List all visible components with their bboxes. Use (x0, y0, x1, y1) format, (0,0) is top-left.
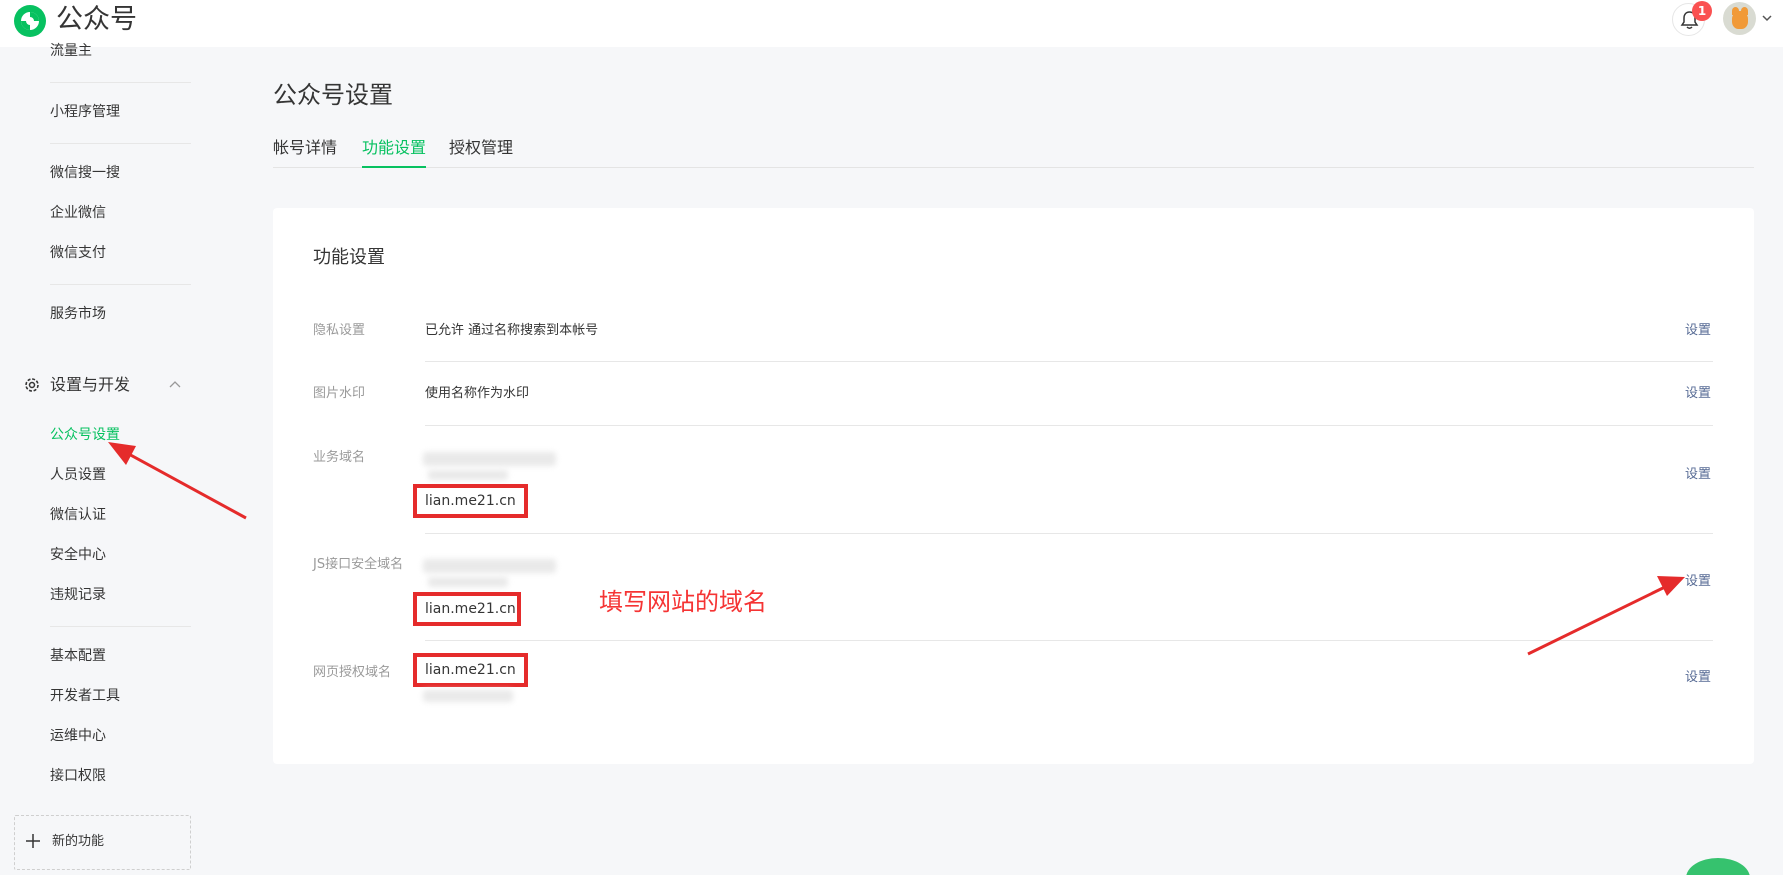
wechat-official-logo-icon (14, 5, 46, 37)
row-label-privacy: 隐私设置 (313, 323, 366, 338)
business-domain-value: lian.me21.cn (425, 493, 516, 509)
sidebar-divider (50, 626, 191, 627)
sidebar-item-personnel[interactable]: 人员设置 (50, 465, 106, 485)
plus-icon (26, 834, 40, 848)
sidebar-item-wecom[interactable]: 企业微信 (50, 203, 106, 223)
sidebar-item-verification[interactable]: 微信认证 (50, 505, 106, 525)
blurred-domain (428, 470, 508, 480)
business-domain-settings-link[interactable]: 设置 (1685, 465, 1711, 485)
row-divider (425, 361, 1713, 362)
gear-icon (25, 378, 39, 392)
sidebar-item-wechat-search[interactable]: 微信搜一搜 (50, 163, 120, 183)
blurred-domain (428, 577, 508, 587)
row-label-oauth-domain: 网页授权域名 (313, 665, 392, 680)
page-title: 公众号设置 (273, 81, 393, 109)
sidebar-item-ops-center[interactable]: 运维中心 (50, 726, 106, 746)
sidebar-item-security-center[interactable]: 安全中心 (50, 545, 106, 565)
row-value-privacy: 已允许 通过名称搜索到本帐号 (425, 323, 599, 338)
chevron-down-icon[interactable] (1761, 12, 1773, 24)
row-divider (425, 533, 1713, 534)
sidebar-section-label: 设置与开发 (50, 375, 131, 394)
row-label-business-domain: 业务域名 (313, 450, 366, 465)
tab-function-settings[interactable]: 功能设置 (362, 136, 427, 168)
sidebar-section-settings-dev[interactable]: 设置与开发 (23, 373, 193, 397)
watermark-settings-link[interactable]: 设置 (1685, 384, 1711, 404)
floating-help-button[interactable] (1686, 858, 1750, 875)
oauth-domain-value: lian.me21.cn (425, 662, 516, 678)
oauth-domain-settings-link[interactable]: 设置 (1685, 668, 1711, 688)
tab-authorization[interactable]: 授权管理 (449, 136, 513, 166)
row-label-watermark: 图片水印 (313, 386, 366, 401)
row-divider (425, 425, 1713, 426)
sidebar-item-dev-tools[interactable]: 开发者工具 (50, 686, 120, 706)
blurred-domain (423, 690, 513, 702)
sidebar-item-violations[interactable]: 违规记录 (50, 585, 106, 605)
sidebar-item-basic-config[interactable]: 基本配置 (50, 646, 106, 666)
tab-account-details[interactable]: 帐号详情 (273, 136, 337, 166)
notification-badge: 1 (1692, 1, 1712, 21)
sidebar: 流量主 小程序管理 微信搜一搜 企业微信 微信支付 服务市场 (0, 43, 200, 875)
brand-title[interactable]: 公众号 (56, 2, 137, 38)
new-function-label: 新的功能 (52, 834, 105, 849)
js-domain-value: lian.me21.cn (425, 601, 516, 617)
card-title: 功能设置 (313, 247, 385, 268)
sidebar-divider (50, 82, 191, 83)
tab-bar: 帐号详情 功能设置 授权管理 (273, 134, 1754, 168)
sidebar-item-account-settings[interactable]: 公众号设置 (50, 425, 120, 445)
js-domain-settings-link[interactable]: 设置 (1685, 572, 1711, 592)
blurred-domain (423, 559, 556, 573)
row-value-watermark: 使用名称作为水印 (425, 386, 530, 401)
privacy-settings-link[interactable]: 设置 (1685, 321, 1711, 341)
sidebar-item-api-permissions[interactable]: 接口权限 (50, 766, 106, 786)
avatar[interactable] (1723, 2, 1756, 35)
sidebar-divider (50, 284, 191, 285)
blurred-domain (423, 452, 556, 466)
sidebar-item-service-market[interactable]: 服务市场 (50, 304, 106, 324)
new-function-button[interactable]: 新的功能 (14, 815, 191, 870)
row-label-js-domain: JS接口安全域名 (313, 557, 404, 572)
annotation-text: 填写网站的域名 (599, 588, 767, 616)
top-header: 公众号 1 (0, 0, 1783, 47)
sidebar-item-liuliangzhu[interactable]: 流量主 (50, 41, 92, 61)
sidebar-item-wechat-pay[interactable]: 微信支付 (50, 243, 106, 263)
sidebar-divider (50, 143, 191, 144)
chevron-up-icon[interactable] (168, 379, 182, 389)
row-divider (425, 640, 1713, 641)
function-settings-card: 功能设置 隐私设置 已允许 通过名称搜索到本帐号 设置 图片水印 使用名称作为水… (273, 208, 1754, 764)
sidebar-item-miniprogram[interactable]: 小程序管理 (50, 102, 120, 122)
